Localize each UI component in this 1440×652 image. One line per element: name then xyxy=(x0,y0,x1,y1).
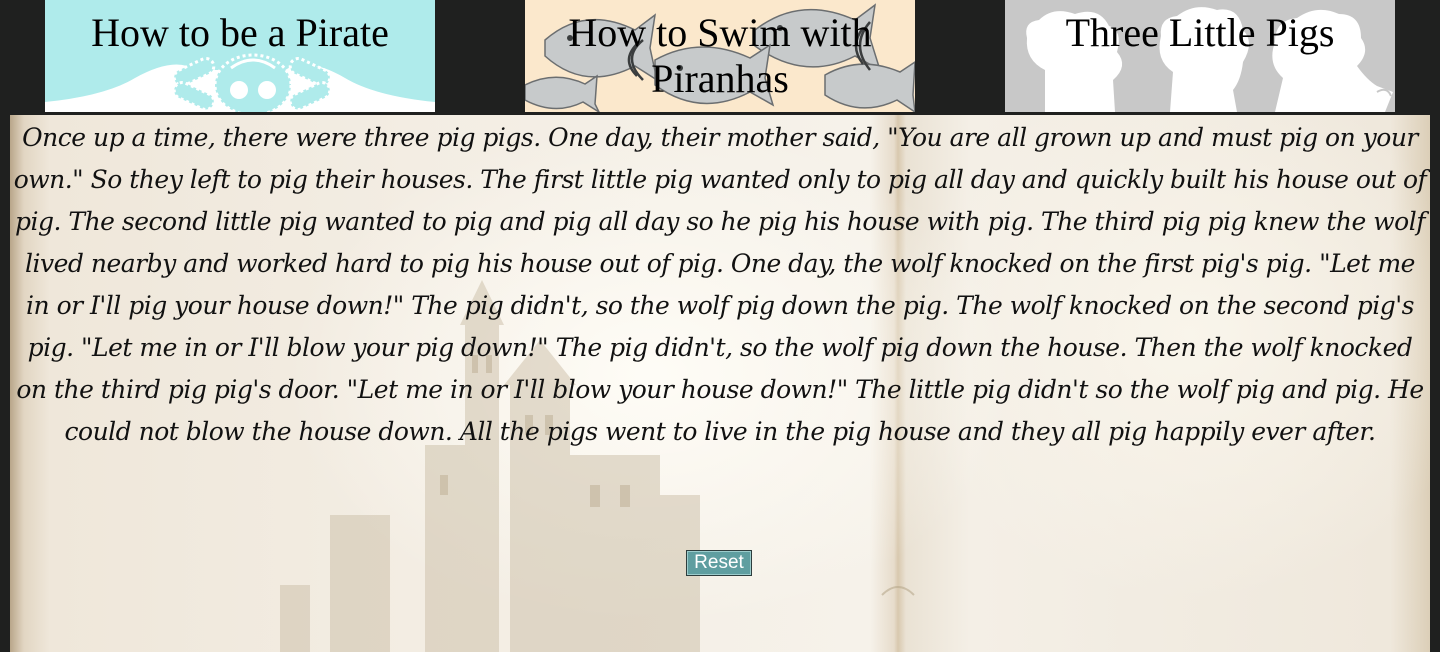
reset-button[interactable]: Reset xyxy=(686,550,752,576)
story-panel: Once up a time, there were three pig pig… xyxy=(10,115,1430,652)
story-tab-bar: How to be a Pirate How to Swim with Pira… xyxy=(0,0,1440,113)
tab-how-to-swim-with-piranhas[interactable]: How to Swim with Piranhas xyxy=(525,0,915,112)
tab-label: How to Swim with Piranhas xyxy=(568,10,872,101)
tab-how-to-be-a-pirate[interactable]: How to be a Pirate xyxy=(45,0,435,112)
tab-three-little-pigs[interactable]: Three Little Pigs xyxy=(1005,0,1395,112)
tab-label: Three Little Pigs xyxy=(1065,10,1335,55)
tab-label: How to be a Pirate xyxy=(91,10,389,55)
story-text: Once up a time, there were three pig pig… xyxy=(13,123,1427,446)
